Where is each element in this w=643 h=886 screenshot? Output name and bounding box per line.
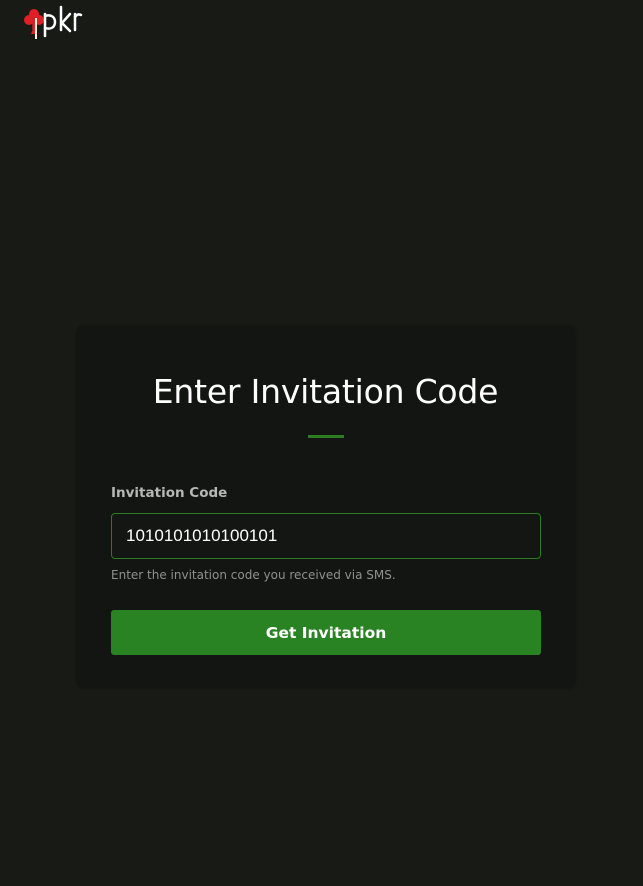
invitation-code-input[interactable] [111, 513, 541, 559]
logo-divider [35, 18, 37, 39]
pkr-logo-mark [24, 5, 83, 39]
get-invitation-button[interactable]: Get Invitation [111, 610, 541, 655]
logo-letters [43, 5, 83, 38]
club-suit-icon [24, 9, 44, 34]
pkr-logo[interactable] [23, 5, 83, 40]
page: { "brand": { "logo_text": "pkr", "logo_i… [0, 0, 643, 886]
invitation-code-label: Invitation Code [111, 485, 228, 501]
invitation-code-help-text: Enter the invitation code you received v… [111, 568, 396, 582]
title-divider [308, 435, 344, 438]
page-title: Enter Invitation Code [152, 372, 499, 411]
